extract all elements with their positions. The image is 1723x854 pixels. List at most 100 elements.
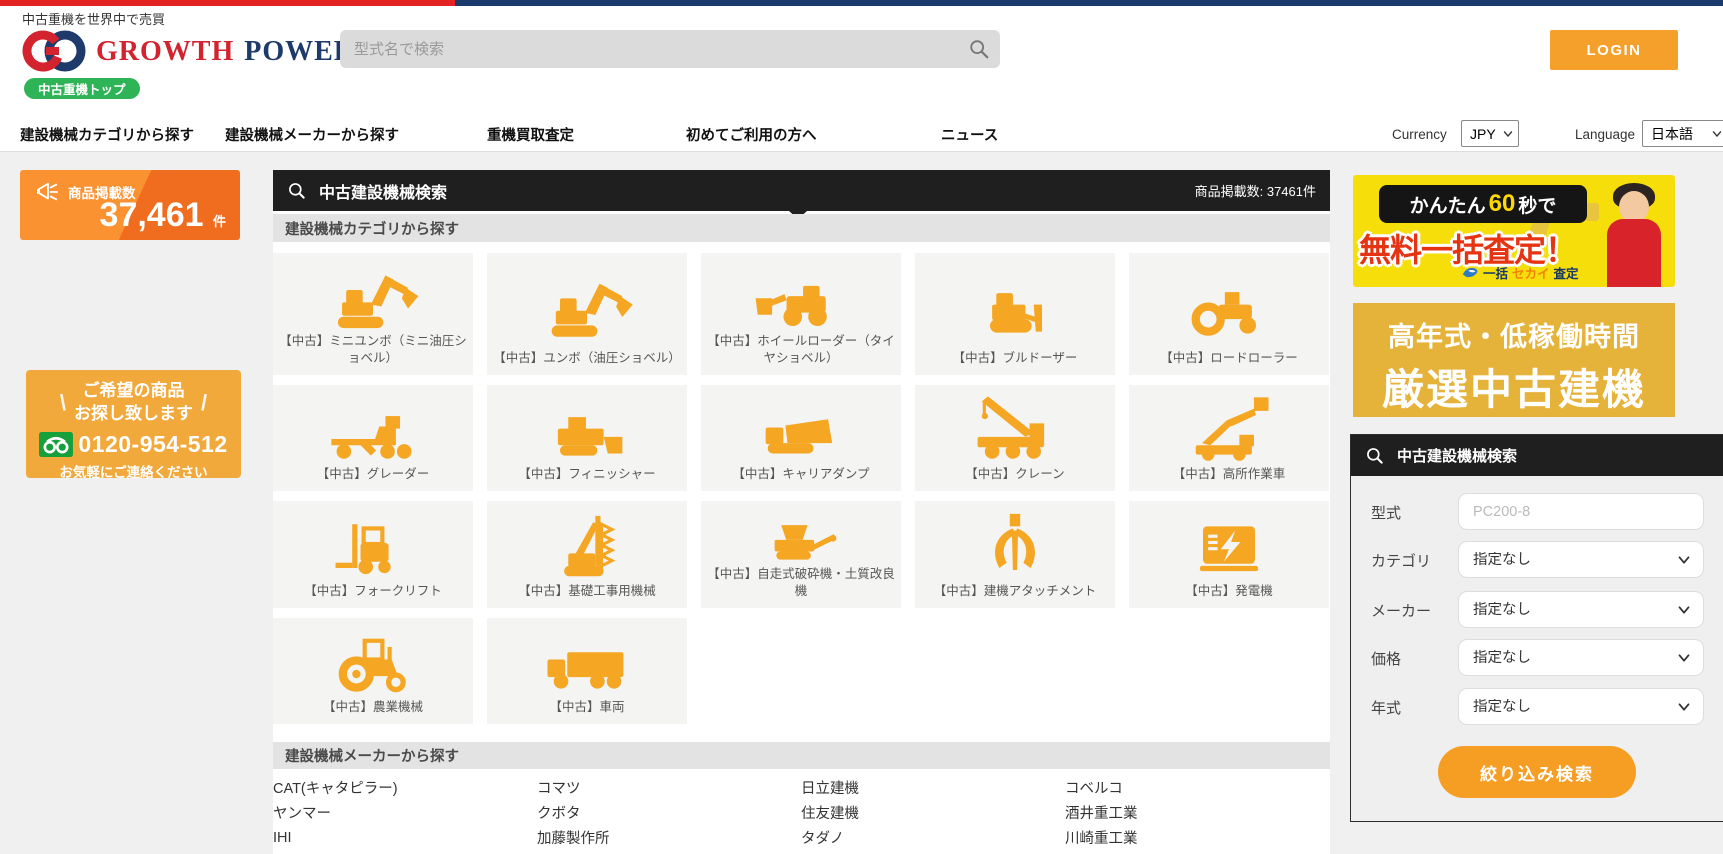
model-label: 型式 (1371, 502, 1401, 523)
category-card-forklift[interactable]: 【中古】フォークリフト (273, 501, 473, 608)
category-label: 【中古】ユンボ（油圧ショベル） (487, 350, 687, 375)
free-assessment-banner[interactable]: かんたん 60 秒で 無料一括査定！ 一括セカイ査定 (1353, 175, 1675, 287)
category-card-generator[interactable]: 【中古】発電機 (1129, 501, 1329, 608)
search-icon[interactable] (968, 38, 990, 60)
category-label: 【中古】基礎工事用機械 (512, 583, 662, 608)
maker-link-kato[interactable]: 加藤製作所 (537, 825, 801, 850)
category-label: 【中古】ブルドーザー (947, 350, 1084, 375)
login-button[interactable]: LOGIN (1550, 30, 1678, 70)
listing-count-unit: 件 (213, 214, 226, 229)
finisher-icon (535, 391, 639, 466)
maker-link-kubota[interactable]: クボタ (537, 800, 801, 825)
carrier-dump-icon (749, 391, 853, 466)
category-label: 【中古】キャリアダンプ (726, 466, 875, 491)
category-label: 【中古】ホイールローダー（タイヤショベル） (701, 333, 901, 375)
category-card-finisher[interactable]: 【中古】フィニッシャー (487, 385, 687, 491)
model-search-input[interactable] (340, 41, 968, 58)
category-card-vehicle[interactable]: 【中古】車両 (487, 618, 687, 724)
foundation-machine-icon (535, 507, 639, 583)
listing-count-value: 37,461 (100, 196, 204, 234)
grader-icon (321, 391, 425, 466)
maker-section-header: 建設機械メーカーから探す (273, 742, 1330, 769)
year-select-wrap: 指定なし (1458, 688, 1704, 725)
nav-first-time[interactable]: 初めてご利用の方へ (686, 124, 817, 145)
maker-link-tadano[interactable]: タダノ (801, 825, 1065, 850)
maker-link-hitachi[interactable]: 日立建機 (801, 775, 1065, 800)
category-select[interactable]: 指定なし (1459, 542, 1703, 577)
brand-growth: GROWTH (96, 36, 234, 67)
decor-slash-right: / (201, 390, 207, 416)
category-card-grader[interactable]: 【中古】グレーダー (273, 385, 473, 491)
header-search-bar[interactable] (340, 30, 1000, 68)
maker-select[interactable]: 指定なし (1459, 592, 1703, 627)
model-field-wrap (1458, 493, 1704, 530)
category-card-foundation[interactable]: 【中古】基礎工事用機械 (487, 501, 687, 608)
search-icon (1365, 446, 1385, 466)
refine-search-panel: 中古建設機械検索 型式 カテゴリ 指定なし メーカー 指定なし 価格 指定なし … (1350, 434, 1723, 822)
category-card-excavator[interactable]: 【中古】ユンボ（油圧ショベル） (487, 253, 687, 375)
top-stripe-navy (455, 0, 1723, 6)
category-card-crane[interactable]: 【中古】クレーン (915, 385, 1115, 491)
maker-link-ihi[interactable]: IHI (273, 825, 537, 850)
category-card-attachment[interactable]: 【中古】建機アタッチメント (915, 501, 1115, 608)
top-stripe-red (0, 0, 455, 6)
banner2-line1: 高年式・低稼働時間 (1353, 315, 1675, 354)
maker-link-sumitomo[interactable]: 住友建機 (801, 800, 1065, 825)
category-card-agriculture[interactable]: 【中古】農業機械 (273, 618, 473, 724)
crusher-icon (749, 507, 853, 566)
brand-logotype[interactable]: GROWTH POWER (96, 36, 355, 68)
category-card-mini-excavator[interactable]: 【中古】ミニユンボ（ミニ油圧ショベル） (273, 253, 473, 375)
category-grid: 【中古】ミニユンボ（ミニ油圧ショベル） 【中古】ユンボ（油圧ショベル） 【中古】… (273, 253, 1330, 724)
road-roller-icon (1177, 259, 1281, 350)
price-select[interactable]: 指定なし (1459, 640, 1703, 675)
category-label: 【中古】発電機 (1179, 583, 1279, 608)
main-content: 中古建設機械検索 商品掲載数: 37461件 建設機械カテゴリから探す 【中古】… (273, 170, 1330, 854)
category-select-wrap: 指定なし (1458, 541, 1704, 578)
category-label: 【中古】ロードローラー (1154, 350, 1304, 375)
maker-link-kobelco[interactable]: コベルコ (1065, 775, 1329, 800)
brand-power: POWER (244, 36, 355, 67)
language-select[interactable]: 日本語 (1643, 121, 1723, 146)
phone-line1: ご希望の商品 (74, 380, 193, 403)
go-logo-icon[interactable] (22, 27, 88, 77)
category-card-bulldozer[interactable]: 【中古】ブルドーザー (915, 253, 1115, 375)
language-select-wrap: 日本語 (1642, 120, 1723, 147)
excavator-icon (535, 259, 639, 350)
category-label: 【中古】フィニッシャー (512, 466, 661, 491)
category-card-road-roller[interactable]: 【中古】ロードローラー (1129, 253, 1329, 375)
phone-number: 0120-954-512 (78, 431, 227, 458)
category-label: 【中古】農業機械 (317, 699, 429, 724)
premium-used-machines-banner[interactable]: 高年式・低稼働時間 厳選中古建機 (1353, 303, 1675, 417)
maker-link-yanmar[interactable]: ヤンマー (273, 800, 537, 825)
category-card-wheel-loader[interactable]: 【中古】ホイールローダー（タイヤショベル） (701, 253, 901, 375)
machine-search-count: 商品掲載数: 37461件 (1195, 181, 1316, 200)
nav-purchase-assessment[interactable]: 重機買取査定 (487, 124, 574, 145)
category-card-crusher[interactable]: 【中古】自走式破砕機・土質改良機 (701, 501, 901, 608)
used-machine-top-badge[interactable]: 中古重機トップ (24, 78, 140, 99)
maker-link-cat[interactable]: CAT(キャタピラー) (273, 775, 537, 800)
maker-link-komatsu[interactable]: コマツ (537, 775, 801, 800)
year-select[interactable]: 指定なし (1459, 689, 1703, 724)
banner-pre: かんたん (1410, 191, 1486, 218)
decor-slash-left: \ (60, 390, 66, 416)
nav-maker[interactable]: 建設機械メーカーから探す (225, 124, 399, 145)
refine-search-button[interactable]: 絞り込み検索 (1438, 746, 1636, 798)
category-label: 【中古】クレーン (959, 466, 1070, 491)
banner-60sec-pill: かんたん 60 秒で (1379, 185, 1587, 223)
search-icon (287, 181, 307, 201)
nav-news[interactable]: ニュース (941, 124, 998, 145)
contact-phone-box[interactable]: \ ご希望の商品 お探し致します / 0120-954-512 お気軽にご連絡く… (26, 370, 241, 478)
listing-count-box: 商品掲載数 37,461 件 (20, 170, 240, 240)
maker-link-sakai[interactable]: 酒井重工業 (1065, 800, 1329, 825)
megaphone-icon (36, 181, 60, 203)
category-card-carrier-dump[interactable]: 【中古】キャリアダンプ (701, 385, 901, 491)
banner-num: 60 (1489, 190, 1516, 218)
category-card-aerial-work[interactable]: 【中古】高所作業車 (1129, 385, 1329, 491)
model-input[interactable] (1459, 494, 1703, 529)
bird-logo-icon (1461, 265, 1479, 280)
nav-category[interactable]: 建設機械カテゴリから探す (20, 124, 194, 145)
maker-link-kawasaki[interactable]: 川崎重工業 (1065, 825, 1329, 850)
language-label: Language (1575, 127, 1635, 142)
category-label: 【中古】フォークリフト (298, 583, 448, 608)
currency-select[interactable]: JPY (1462, 121, 1518, 146)
